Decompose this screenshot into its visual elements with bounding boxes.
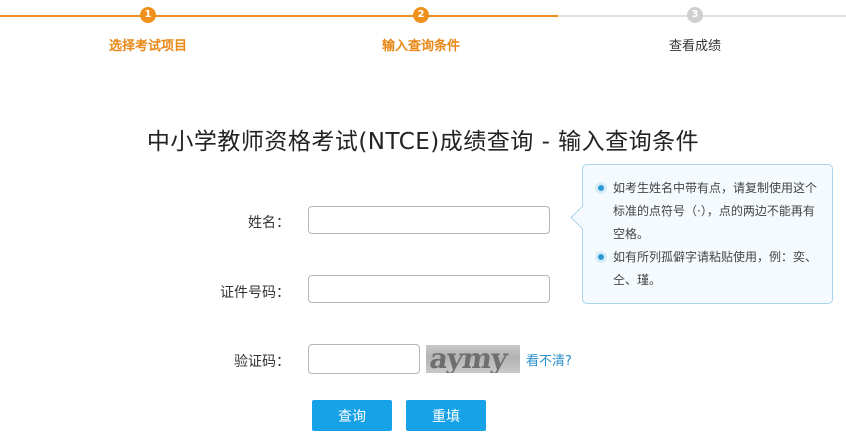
captcha-refresh-link[interactable]: 看不清? bbox=[526, 350, 572, 369]
tip-text-dot-symbol: 如考生姓名中带有点，请复制使用这个标准的点符号（·），点的两边不能再有空格。 bbox=[613, 181, 818, 241]
id-number-label: 证件号码： bbox=[220, 285, 290, 301]
step-2-number: 2 bbox=[413, 7, 429, 23]
name-label: 姓名： bbox=[248, 215, 290, 231]
name-input[interactable] bbox=[308, 206, 550, 234]
progress-steps: 1 2 3 选择考试项目 输入查询条件 查看成绩 bbox=[0, 0, 846, 60]
id-number-input[interactable] bbox=[308, 275, 550, 303]
tip-item: 如有所列孤僻字请粘贴使用，例：奕、仝、瑾。 bbox=[595, 246, 822, 292]
radio-bullet-icon bbox=[595, 251, 607, 263]
tip-text-rare-characters: 如有所列孤僻字请粘贴使用，例：奕、仝、瑾。 bbox=[613, 250, 818, 287]
progress-line-complete bbox=[0, 15, 558, 17]
captcha-label: 验证码： bbox=[234, 354, 290, 370]
page-title: 中小学教师资格考试(NTCE)成绩查询 - 输入查询条件 bbox=[146, 129, 700, 155]
captcha-input[interactable] bbox=[308, 344, 420, 374]
step-3-label: 查看成绩 bbox=[668, 39, 722, 54]
query-button[interactable]: 查询 bbox=[312, 400, 392, 431]
captcha-image-text: aymy bbox=[427, 345, 509, 373]
step-1-number: 1 bbox=[140, 7, 156, 23]
captcha-image[interactable]: aymy bbox=[426, 345, 520, 373]
tip-box: 如考生姓名中带有点，请复制使用这个标准的点符号（·），点的两边不能再有空格。 如… bbox=[570, 164, 833, 304]
tip-item: 如考生姓名中带有点，请复制使用这个标准的点符号（·），点的两边不能再有空格。 bbox=[595, 177, 822, 246]
step-2-label: 输入查询条件 bbox=[381, 39, 461, 54]
reset-button[interactable]: 重填 bbox=[406, 400, 486, 431]
step-3-number: 3 bbox=[687, 7, 703, 23]
radio-bullet-icon bbox=[595, 182, 607, 194]
step-1-label: 选择考试项目 bbox=[108, 39, 188, 54]
tip-arrow bbox=[570, 205, 595, 230]
